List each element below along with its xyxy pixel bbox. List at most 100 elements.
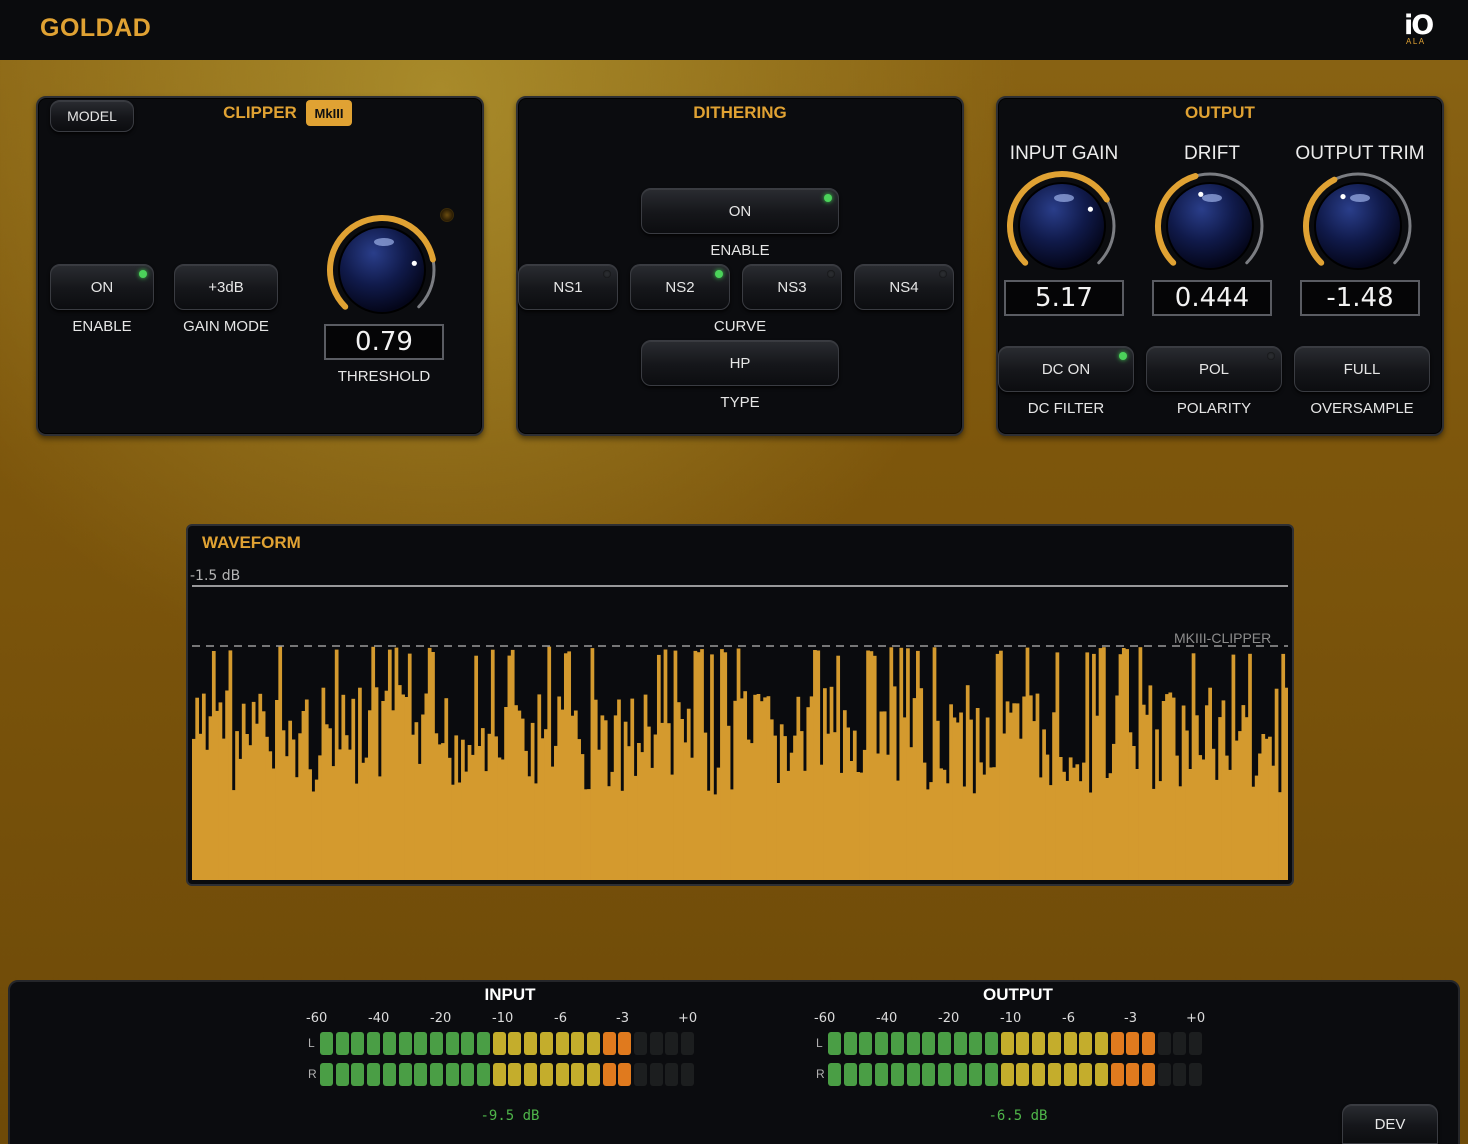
knob-pointer bbox=[1087, 206, 1094, 212]
waveform-bar bbox=[374, 687, 379, 880]
waveform-bar bbox=[567, 651, 572, 880]
waveform-bar bbox=[1108, 773, 1113, 880]
output-meter-scale-tick: -10 bbox=[1000, 1011, 1022, 1026]
input-meter-segment bbox=[461, 1063, 475, 1086]
polarity-led bbox=[1267, 352, 1275, 360]
waveform-bar bbox=[1241, 705, 1246, 880]
curve-ns2-button[interactable]: NS2 bbox=[630, 264, 730, 310]
input-meter-segment bbox=[539, 1032, 553, 1055]
knob-pointer bbox=[1198, 191, 1204, 197]
waveform-bar bbox=[796, 696, 801, 880]
threshold-knob[interactable] bbox=[322, 210, 442, 330]
waveform-bar bbox=[1185, 730, 1189, 880]
waveform-bar bbox=[238, 758, 243, 880]
dither-enable-button[interactable]: ON bbox=[641, 188, 839, 234]
output-meter-segment bbox=[1094, 1032, 1108, 1055]
waveform-bar bbox=[773, 735, 777, 880]
waveform-bar bbox=[474, 655, 479, 880]
waveform-bar bbox=[620, 790, 625, 880]
curve-ns4-button[interactable]: NS4 bbox=[854, 264, 954, 310]
dc-filter-button[interactable]: DC ON bbox=[998, 346, 1134, 392]
waveform-bar bbox=[743, 691, 748, 880]
input-gain-label: INPUT GAIN bbox=[1009, 143, 1119, 164]
output-trim-value[interactable]: -1.48 bbox=[1300, 280, 1420, 316]
dither-type-button[interactable]: HP bbox=[641, 340, 839, 386]
waveform-bar bbox=[351, 698, 356, 880]
waveform-bar bbox=[972, 793, 977, 880]
model-button[interactable]: MODEL bbox=[50, 100, 134, 132]
dither-enable-button-label: ON bbox=[728, 202, 752, 220]
output-meter-segment bbox=[1000, 1032, 1014, 1055]
curve-ns3-button[interactable]: NS3 bbox=[742, 264, 842, 310]
knob-highlight bbox=[1202, 194, 1222, 202]
waveform-bar bbox=[819, 764, 824, 880]
drift-knob[interactable] bbox=[1150, 166, 1270, 286]
waveform-bar bbox=[461, 739, 465, 880]
waveform-bar bbox=[1111, 743, 1116, 880]
input-meter-segment bbox=[602, 1032, 616, 1055]
waveform-bar bbox=[391, 710, 395, 880]
waveform-bar bbox=[1224, 755, 1229, 880]
output-meter-segment bbox=[1032, 1032, 1046, 1055]
dev-button-label: DEV bbox=[1374, 1115, 1406, 1133]
waveform-bar bbox=[1268, 736, 1272, 880]
meter-bar bbox=[8, 980, 1460, 1144]
curve-ns4-label: NS4 bbox=[889, 278, 919, 296]
dither-type-button-label: HP bbox=[729, 354, 751, 372]
waveform-bar bbox=[899, 647, 904, 880]
waveform-bar bbox=[832, 732, 837, 880]
waveform-bar bbox=[623, 721, 628, 880]
waveform-bar bbox=[218, 702, 223, 880]
gain-mode-button[interactable]: +3dB bbox=[174, 264, 278, 310]
waveform-bar bbox=[1012, 703, 1017, 880]
waveform-bar bbox=[497, 757, 502, 880]
polarity-button[interactable]: POL bbox=[1146, 346, 1282, 392]
output-meter-segment bbox=[828, 1063, 841, 1086]
dc-filter-label: DC FILTER bbox=[1027, 400, 1105, 417]
output-trim-knob[interactable] bbox=[1298, 166, 1418, 286]
waveform-bar bbox=[261, 711, 266, 880]
waveform-bar bbox=[1095, 715, 1100, 880]
waveform-bar bbox=[590, 648, 595, 880]
waveform-bar bbox=[653, 734, 658, 880]
dither-type-label: TYPE bbox=[720, 394, 760, 411]
curve-ns4-led bbox=[939, 270, 947, 278]
waveform-bar bbox=[1002, 733, 1007, 880]
output-meter-segment bbox=[1142, 1032, 1155, 1055]
waveform-bar bbox=[284, 756, 289, 880]
waveform-bar bbox=[793, 735, 797, 880]
output-meter-segment bbox=[922, 1063, 936, 1086]
waveform-bar bbox=[939, 768, 943, 880]
waveform-bar bbox=[1102, 647, 1106, 880]
waveform-bar bbox=[1145, 714, 1149, 880]
input-gain-knob[interactable] bbox=[1002, 166, 1122, 286]
waveform-bar bbox=[1035, 693, 1040, 880]
waveform-bar bbox=[713, 794, 718, 880]
input-gain-value[interactable]: 5.17 bbox=[1004, 280, 1124, 316]
input-meter-segment bbox=[382, 1063, 396, 1086]
waveform-bar bbox=[753, 694, 757, 880]
waveform-bar bbox=[387, 649, 392, 880]
waveform-bar bbox=[583, 789, 588, 880]
input-meter-segment bbox=[649, 1032, 663, 1055]
waveform-bar bbox=[945, 783, 950, 880]
oversample-button[interactable]: FULL bbox=[1294, 346, 1430, 392]
waveform-bar bbox=[889, 647, 894, 880]
waveform-bar bbox=[1151, 788, 1156, 880]
waveform-bar bbox=[763, 697, 767, 880]
waveform-bar bbox=[524, 750, 528, 880]
knob-highlight bbox=[374, 238, 394, 246]
curve-ns1-button[interactable]: NS1 bbox=[518, 264, 618, 310]
clipper-enable-label: ENABLE bbox=[72, 318, 132, 335]
drift-value[interactable]: 0.444 bbox=[1152, 280, 1272, 316]
waveform-bar bbox=[534, 783, 538, 880]
dev-button[interactable]: DEV bbox=[1342, 1104, 1438, 1144]
threshold-value[interactable]: 0.79 bbox=[324, 324, 444, 360]
waveform-bar bbox=[726, 725, 731, 880]
waveform-bar bbox=[1062, 771, 1066, 880]
clipper-enable-button-label: ON bbox=[90, 278, 114, 296]
waveform-bar bbox=[554, 745, 558, 880]
clipper-enable-button[interactable]: ON bbox=[50, 264, 154, 310]
waveform-bar bbox=[799, 731, 804, 880]
polarity-button-label: POL bbox=[1198, 360, 1229, 378]
